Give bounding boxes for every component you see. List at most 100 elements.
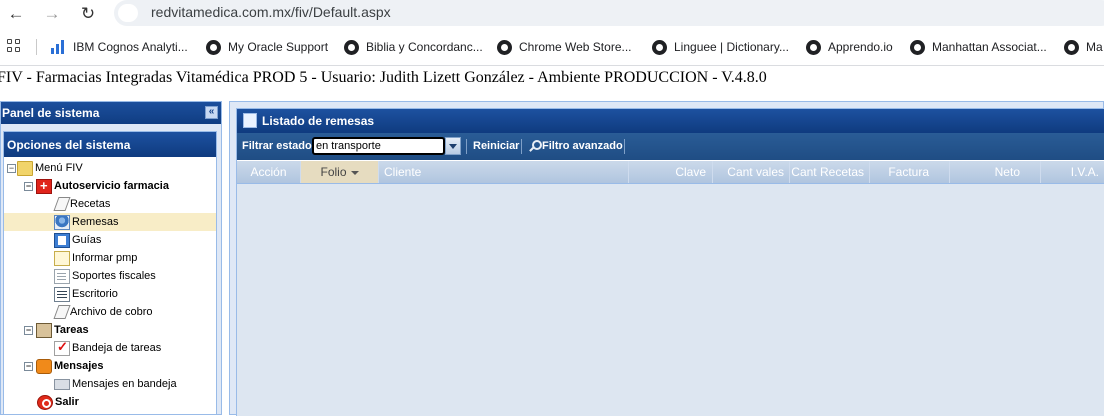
- ibm-cognos-icon: [50, 39, 66, 55]
- column-header-cliente[interactable]: Cliente: [379, 161, 629, 183]
- bookmark-apprendo[interactable]: Apprendo.io: [806, 39, 893, 55]
- tree-label: Guías: [72, 234, 102, 246]
- tree-label: Bandeja de tareas: [72, 342, 162, 354]
- sidebar-item-remesas[interactable]: Remesas: [4, 213, 216, 231]
- site-info-icon[interactable]: [118, 4, 138, 22]
- collapse-toggle-icon[interactable]: −: [24, 361, 33, 371]
- bookmark-label: Chrome Web Store...: [519, 40, 632, 54]
- remesas-grid-body: [237, 184, 1104, 416]
- sort-desc-icon: [350, 170, 359, 175]
- prescription-icon: [53, 197, 71, 211]
- bookmark-chrome-web-store[interactable]: Chrome Web Store...: [497, 39, 632, 55]
- chevron-down-icon[interactable]: [445, 137, 461, 155]
- bookmarks-divider: [36, 39, 37, 55]
- bookmark-ibm-cognos[interactable]: IBM Cognos Analyti...: [50, 39, 188, 55]
- sidebar-item-archivo-cobro[interactable]: Archivo de cobro: [4, 303, 216, 321]
- apps-grid-icon[interactable]: [7, 39, 21, 53]
- tree-label: Escritorio: [72, 288, 118, 300]
- column-header-clave[interactable]: Clave: [629, 161, 713, 183]
- tree-label: Informar pmp: [72, 252, 138, 264]
- sidebar-item-recetas[interactable]: Recetas: [4, 195, 216, 213]
- report-icon: [54, 250, 70, 266]
- bookmark-linguee[interactable]: Linguee | Dictionary...: [652, 39, 789, 55]
- tree-label: Autoservicio farmacia: [54, 180, 169, 192]
- reset-button[interactable]: Reiniciar: [473, 140, 519, 152]
- tree-label: Mensajes en bandeja: [72, 378, 177, 390]
- bookmark-biblia[interactable]: Biblia y Concordanc...: [344, 39, 483, 55]
- filter-toolbar: Filtrar estado: Reiniciar Filtro avanzad…: [237, 133, 1104, 160]
- sidebar-item-guias[interactable]: Guías: [4, 231, 216, 249]
- column-header-folio[interactable]: Folio: [301, 161, 379, 183]
- sidebar-item-informar-pmp[interactable]: Informar pmp: [4, 249, 216, 267]
- advanced-filter-button[interactable]: Filtro avanzado: [542, 140, 623, 152]
- bookmark-my-oracle-support[interactable]: My Oracle Support: [206, 39, 328, 55]
- collapse-panel-button[interactable]: «: [205, 106, 218, 119]
- clipboard-icon: [36, 322, 52, 338]
- remesas-list-header: Listado de remesas: [237, 109, 1104, 133]
- messages-icon: [36, 358, 52, 374]
- url-text[interactable]: redvitamedica.com.mx/fiv/Default.aspx: [151, 4, 391, 20]
- bookmark-manhattan[interactable]: Manhattan Associat...: [910, 39, 1047, 55]
- forward-icon[interactable]: →: [40, 2, 64, 26]
- sidebar-item-bandeja-tareas[interactable]: Bandeja de tareas: [4, 339, 216, 357]
- app-title: FIV - Farmacias Integradas Vitamédica PR…: [0, 69, 767, 86]
- toolbar-separator: [624, 139, 625, 154]
- column-header-accion[interactable]: Acción: [237, 161, 301, 183]
- desktop-list-icon: [54, 286, 70, 302]
- tree-label: Soportes fiscales: [72, 270, 156, 282]
- tree-group-autoservicio[interactable]: − Autoservicio farmacia: [4, 177, 216, 195]
- collapse-toggle-icon[interactable]: −: [7, 163, 16, 173]
- filter-status-label: Filtrar estado:: [242, 140, 316, 152]
- globe-icon: [1064, 39, 1079, 55]
- billing-file-icon: [53, 305, 71, 319]
- pharmacy-icon: [36, 178, 52, 194]
- column-header-neto[interactable]: Neto: [950, 161, 1041, 183]
- globe-icon: [344, 39, 359, 55]
- tree-group-tareas[interactable]: − Tareas: [4, 321, 216, 339]
- bookmark-label: Ma: [1086, 40, 1103, 54]
- search-icon: [529, 140, 542, 151]
- toolbar-separator: [521, 139, 522, 154]
- column-header-factura[interactable]: Factura: [870, 161, 950, 183]
- system-panel-header: Panel de sistema «: [1, 102, 221, 124]
- filter-status-combobox[interactable]: [312, 137, 445, 155]
- bookmark-ma[interactable]: Ma: [1064, 39, 1103, 55]
- tree-label: Archivo de cobro: [70, 306, 153, 318]
- column-header-cant-recetas[interactable]: Cant Recetas: [790, 161, 870, 183]
- bookmark-label: Apprendo.io: [828, 40, 893, 54]
- globe-icon: [806, 39, 821, 55]
- user-icon: [54, 214, 70, 230]
- tree-menu-root[interactable]: − Menú FIV: [4, 159, 216, 177]
- system-options-title: Opciones del sistema: [4, 132, 216, 157]
- main-panel: Listado de remesas Filtrar estado: Reini…: [229, 101, 1104, 416]
- tree-label: Menú FIV: [35, 162, 83, 174]
- globe-icon: [910, 39, 925, 55]
- collapse-toggle-icon[interactable]: −: [24, 181, 33, 191]
- tree-label: Remesas: [72, 216, 119, 228]
- sidebar-item-escritorio[interactable]: Escritorio: [4, 285, 216, 303]
- reload-icon[interactable]: ↻: [76, 2, 100, 26]
- column-header-cant-vales[interactable]: Cant vales: [713, 161, 790, 183]
- bookmark-label: Manhattan Associat...: [932, 40, 1047, 54]
- remesas-list-panel: Listado de remesas Filtrar estado: Reini…: [236, 108, 1104, 416]
- back-icon[interactable]: ←: [4, 2, 28, 26]
- power-icon: [37, 394, 53, 410]
- column-header-iva[interactable]: I.V.A.: [1041, 161, 1104, 183]
- bookmark-label: Linguee | Dictionary...: [674, 40, 789, 54]
- system-panel: Panel de sistema « Opciones del sistema …: [0, 101, 222, 415]
- tree-label: Recetas: [70, 198, 111, 210]
- tree-item-salir[interactable]: Salir: [4, 393, 216, 411]
- tree-group-mensajes[interactable]: − Mensajes: [4, 357, 216, 375]
- globe-icon: [497, 39, 512, 55]
- grid-header: Acción Folio Cliente Clave Cant vales Ca…: [237, 161, 1104, 184]
- bookmark-label: My Oracle Support: [228, 40, 329, 54]
- folder-open-icon: [17, 160, 33, 176]
- browser-address-bar: ← → ↻ redvitamedica.com.mx/fiv/Default.a…: [0, 0, 1104, 28]
- task-check-icon: [54, 339, 70, 356]
- bookmark-label: IBM Cognos Analyti...: [73, 40, 188, 54]
- tree-label: Salir: [55, 396, 79, 408]
- inbox-icon: [54, 378, 70, 390]
- sidebar-item-soportes-fiscales[interactable]: Soportes fiscales: [4, 267, 216, 285]
- sidebar-item-mensajes-bandeja[interactable]: Mensajes en bandeja: [4, 375, 216, 393]
- collapse-toggle-icon[interactable]: −: [24, 325, 33, 335]
